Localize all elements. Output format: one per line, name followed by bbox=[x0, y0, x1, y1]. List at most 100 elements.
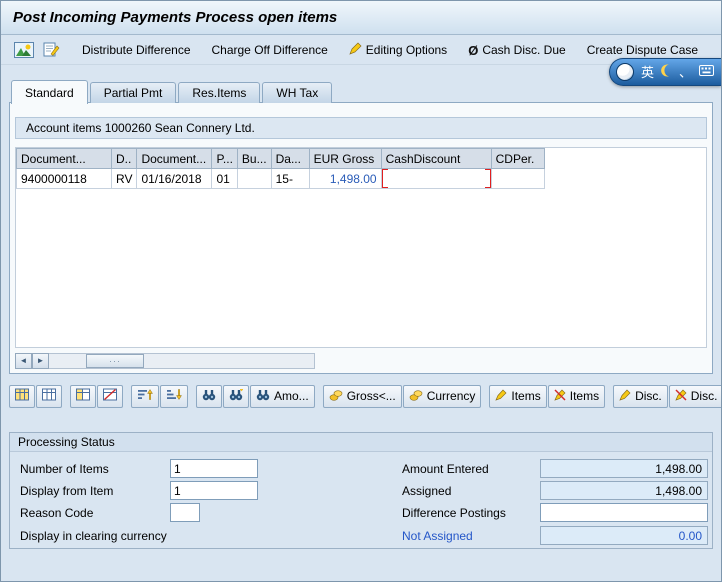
deselect-all-icon bbox=[42, 388, 56, 404]
coins-icon bbox=[329, 389, 343, 404]
binoculars-plus-icon bbox=[229, 387, 243, 404]
column-header-posting-key[interactable]: P... bbox=[211, 148, 238, 169]
assigned-field: 1,498.00 bbox=[540, 481, 708, 500]
currency-button[interactable]: Currency bbox=[402, 384, 482, 408]
scroll-right-icon[interactable]: ► bbox=[32, 352, 49, 369]
select-all-icon bbox=[15, 388, 29, 404]
column-header-document-number[interactable]: Document... bbox=[16, 148, 112, 169]
reason-code-field[interactable] bbox=[170, 503, 200, 522]
sort-ascending-icon bbox=[137, 388, 153, 404]
editing-options-label: Editing Options bbox=[365, 43, 448, 57]
charge-off-difference-label: Charge Off Difference bbox=[211, 43, 328, 57]
cash-discount-cell[interactable] bbox=[380, 168, 492, 189]
assigned-label: Assigned bbox=[402, 483, 452, 498]
sap-window: Post Incoming Payments Process open item… bbox=[0, 0, 722, 582]
column-header-cash-discount[interactable]: CashDiscount bbox=[380, 148, 492, 169]
deselect-block-icon bbox=[103, 388, 117, 404]
activate-cash-discount-button[interactable]: Disc. bbox=[613, 384, 668, 408]
deactivate-items-button[interactable]: Items bbox=[547, 384, 606, 408]
activate-items-button[interactable]: Items bbox=[489, 384, 547, 408]
amount-button[interactable]: Amo... bbox=[250, 384, 315, 408]
horizontal-scrollbar: ◄ ► ··· bbox=[15, 352, 315, 369]
deselect-all-button[interactable] bbox=[36, 384, 62, 408]
cell-document-date: 01/16/2018 bbox=[136, 168, 213, 189]
ime-punctuation-mode-button[interactable]: 、 bbox=[679, 66, 692, 79]
deselect-block-button[interactable] bbox=[97, 384, 123, 408]
find-button[interactable] bbox=[196, 384, 222, 408]
processing-status-title: Processing Status bbox=[10, 433, 712, 452]
select-block-icon bbox=[76, 388, 90, 404]
number-of-items-field[interactable] bbox=[170, 459, 258, 478]
scrollbar-track[interactable]: ··· bbox=[49, 352, 315, 369]
ime-shape-mode-icon[interactable] bbox=[661, 64, 672, 80]
difference-postings-label: Difference Postings bbox=[402, 505, 506, 520]
tab-wh-tax-label: WH Tax bbox=[276, 86, 319, 100]
cell-days: 15- bbox=[270, 168, 310, 189]
pencil-slash-icon bbox=[675, 388, 687, 404]
binoculars-icon bbox=[202, 389, 216, 404]
account-items-header: Account items 1000260 Sean Connery Ltd. bbox=[15, 117, 707, 139]
column-header-days[interactable]: Da... bbox=[270, 148, 310, 169]
column-header-document-date[interactable]: Document... bbox=[136, 148, 213, 169]
tab-wh-tax[interactable]: WH Tax bbox=[262, 82, 333, 103]
find-next-button[interactable] bbox=[223, 384, 249, 408]
select-block-button[interactable] bbox=[70, 384, 96, 408]
activate-items-button-label: Items bbox=[511, 389, 541, 403]
scroll-left-icon[interactable]: ◄ bbox=[15, 352, 32, 369]
tab-content-standard: Account items 1000260 Sean Connery Ltd. … bbox=[9, 102, 713, 374]
distribute-difference-label: Distribute Difference bbox=[82, 43, 191, 57]
cell-document-number[interactable]: 9400000118 bbox=[16, 168, 112, 189]
pencil-slash-icon bbox=[554, 388, 566, 404]
create-dispute-case-label: Create Dispute Case bbox=[586, 43, 699, 57]
ime-logo-icon[interactable] bbox=[616, 63, 634, 81]
cell-eur-gross[interactable]: 1,498.00 bbox=[308, 168, 382, 189]
page-title: Post Incoming Payments Process open item… bbox=[13, 9, 338, 26]
amount-entered-field: 1,498.00 bbox=[540, 459, 708, 478]
tab-partial-pmt-label: Partial Pmt bbox=[103, 86, 163, 100]
sort-ascending-button[interactable] bbox=[131, 384, 159, 408]
gross-net-button[interactable]: Gross<... bbox=[322, 384, 402, 408]
distribute-difference-button[interactable]: Distribute Difference bbox=[73, 40, 200, 60]
cell-document-type: RV bbox=[110, 168, 138, 189]
pencil-icon bbox=[619, 388, 631, 404]
display-document-icon[interactable] bbox=[38, 39, 63, 61]
amount-button-label: Amo... bbox=[274, 389, 309, 403]
column-header-document-type[interactable]: D.. bbox=[110, 148, 138, 169]
scrollbar-thumb[interactable]: ··· bbox=[86, 353, 144, 368]
charge-off-difference-button[interactable]: Charge Off Difference bbox=[203, 40, 337, 60]
not-assigned-label: Not Assigned bbox=[402, 528, 473, 543]
reason-code-label: Reason Code bbox=[20, 505, 94, 520]
tab-partial-pmt[interactable]: Partial Pmt bbox=[89, 82, 177, 103]
column-header-business-area[interactable]: Bu... bbox=[236, 148, 272, 169]
slashed-o-icon: Ø bbox=[468, 42, 479, 58]
ime-keyboard-icon[interactable] bbox=[699, 65, 715, 79]
deactivate-items-button-label: Items bbox=[569, 389, 600, 403]
currency-button-label: Currency bbox=[426, 389, 476, 403]
tab-standard-label: Standard bbox=[25, 85, 74, 100]
sort-descending-button[interactable] bbox=[160, 384, 188, 408]
select-all-button[interactable] bbox=[9, 384, 35, 408]
editing-options-button[interactable]: Editing Options bbox=[340, 39, 456, 61]
create-dispute-case-button[interactable]: Create Dispute Case bbox=[578, 40, 707, 60]
display-from-item-field[interactable] bbox=[170, 481, 258, 500]
ime-language-mode-button[interactable]: 英 bbox=[641, 66, 654, 79]
tab-res-items-label: Res.Items bbox=[192, 86, 247, 100]
cash-disc-due-button[interactable]: Ø Cash Disc. Due bbox=[459, 40, 575, 61]
number-of-items-label: Number of Items bbox=[20, 461, 109, 476]
column-header-eur-gross[interactable]: EUR Gross bbox=[308, 148, 382, 169]
overview-icon[interactable] bbox=[11, 39, 36, 61]
difference-postings-field[interactable] bbox=[540, 503, 708, 522]
column-header-cd-percent[interactable]: CDPer. bbox=[490, 148, 545, 169]
cd-percent-cell[interactable] bbox=[490, 168, 545, 189]
tab-standard[interactable]: Standard bbox=[11, 80, 88, 104]
tab-res-items[interactable]: Res.Items bbox=[178, 82, 261, 103]
binoculars-icon bbox=[256, 389, 270, 404]
display-in-clearing-currency-label: Display in clearing currency bbox=[20, 528, 167, 543]
deactivate-cash-discount-button[interactable]: Disc. bbox=[668, 384, 721, 408]
coins-icon bbox=[409, 389, 423, 404]
not-assigned-field: 0.00 bbox=[540, 526, 708, 545]
table-row: 9400000118 RV 01/16/2018 01 15- 1,498.00 bbox=[16, 168, 545, 189]
amount-entered-label: Amount Entered bbox=[402, 461, 489, 476]
tab-strip: Standard Partial Pmt Res.Items WH Tax bbox=[11, 79, 334, 104]
gross-net-button-label: Gross<... bbox=[346, 389, 396, 403]
